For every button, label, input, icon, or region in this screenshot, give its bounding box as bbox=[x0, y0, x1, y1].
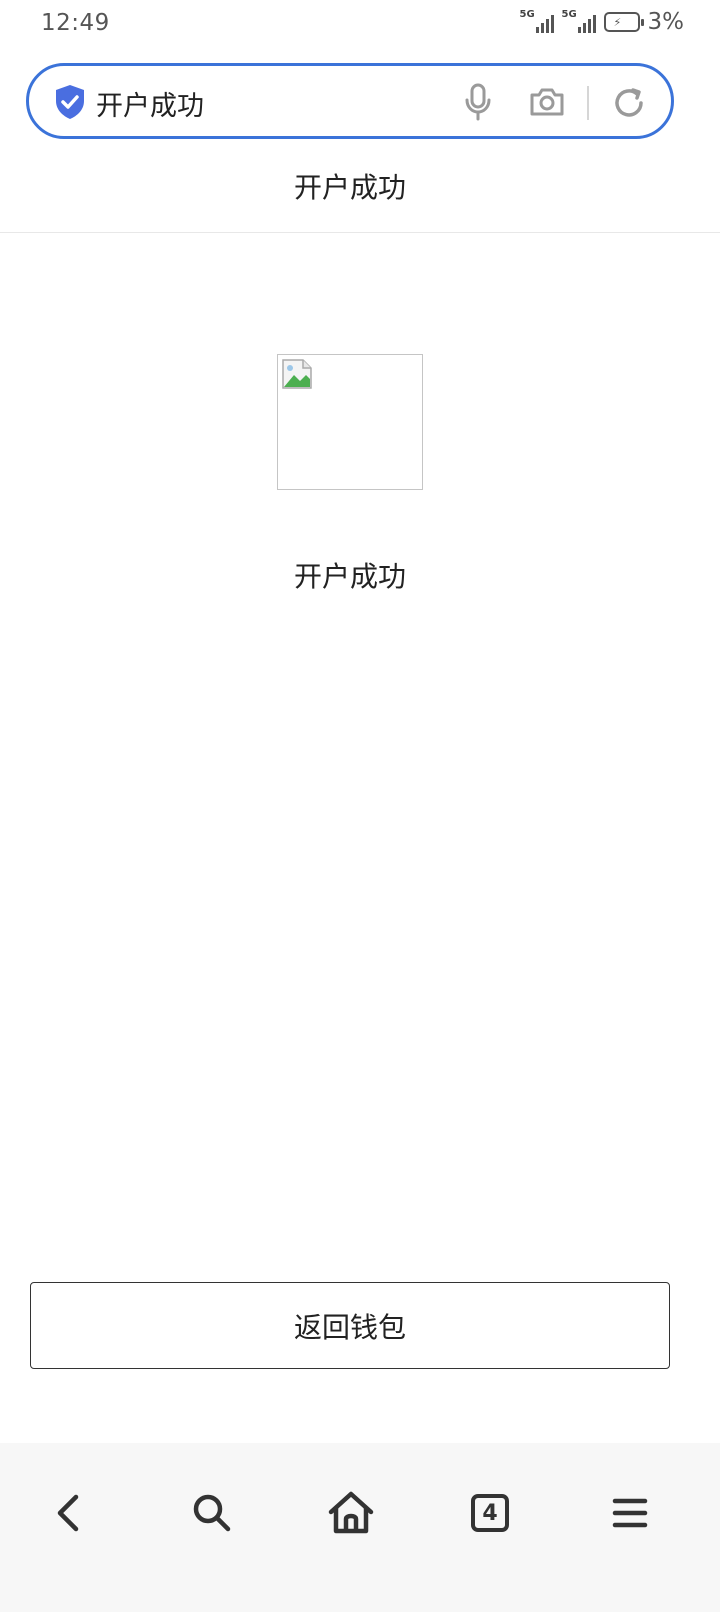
shield-check-icon bbox=[56, 85, 84, 119]
home-icon[interactable] bbox=[321, 1483, 381, 1543]
status-indicators: 5G 5G ⚡ 3% bbox=[520, 9, 685, 35]
success-message: 开户成功 bbox=[293, 560, 406, 593]
bottom-navigation: 4 bbox=[0, 1443, 720, 1612]
camera-icon[interactable] bbox=[529, 87, 565, 117]
tabs-icon[interactable]: 4 bbox=[460, 1483, 520, 1543]
mic-icon[interactable] bbox=[463, 83, 493, 121]
status-time: 12:49 bbox=[41, 10, 110, 36]
battery-charging-icon: ⚡ bbox=[603, 12, 644, 32]
page-title: 开户成功 bbox=[293, 171, 406, 204]
back-icon[interactable] bbox=[40, 1483, 100, 1543]
reload-icon[interactable] bbox=[612, 86, 646, 120]
sim2-signal-icon: 5G bbox=[562, 9, 596, 35]
sim1-network-label: 5G bbox=[519, 9, 535, 20]
back-to-wallet-button[interactable]: 返回钱包 bbox=[30, 1282, 670, 1369]
broken-image-icon bbox=[282, 359, 312, 389]
header-divider bbox=[0, 232, 720, 233]
tab-count: 4 bbox=[471, 1494, 509, 1532]
sim1-signal-icon: 5G bbox=[520, 9, 554, 35]
search-icon[interactable] bbox=[182, 1483, 242, 1543]
address-bar[interactable]: 开户成功 bbox=[26, 63, 674, 139]
menu-icon[interactable] bbox=[600, 1483, 660, 1543]
address-bar-divider bbox=[587, 86, 589, 120]
success-image bbox=[277, 354, 423, 490]
url-text[interactable]: 开户成功 bbox=[96, 84, 204, 123]
battery-percent: 3% bbox=[647, 9, 685, 35]
status-bar: 12:49 5G 5G ⚡ 3% bbox=[0, 0, 720, 48]
sim2-network-label: 5G bbox=[561, 9, 577, 20]
